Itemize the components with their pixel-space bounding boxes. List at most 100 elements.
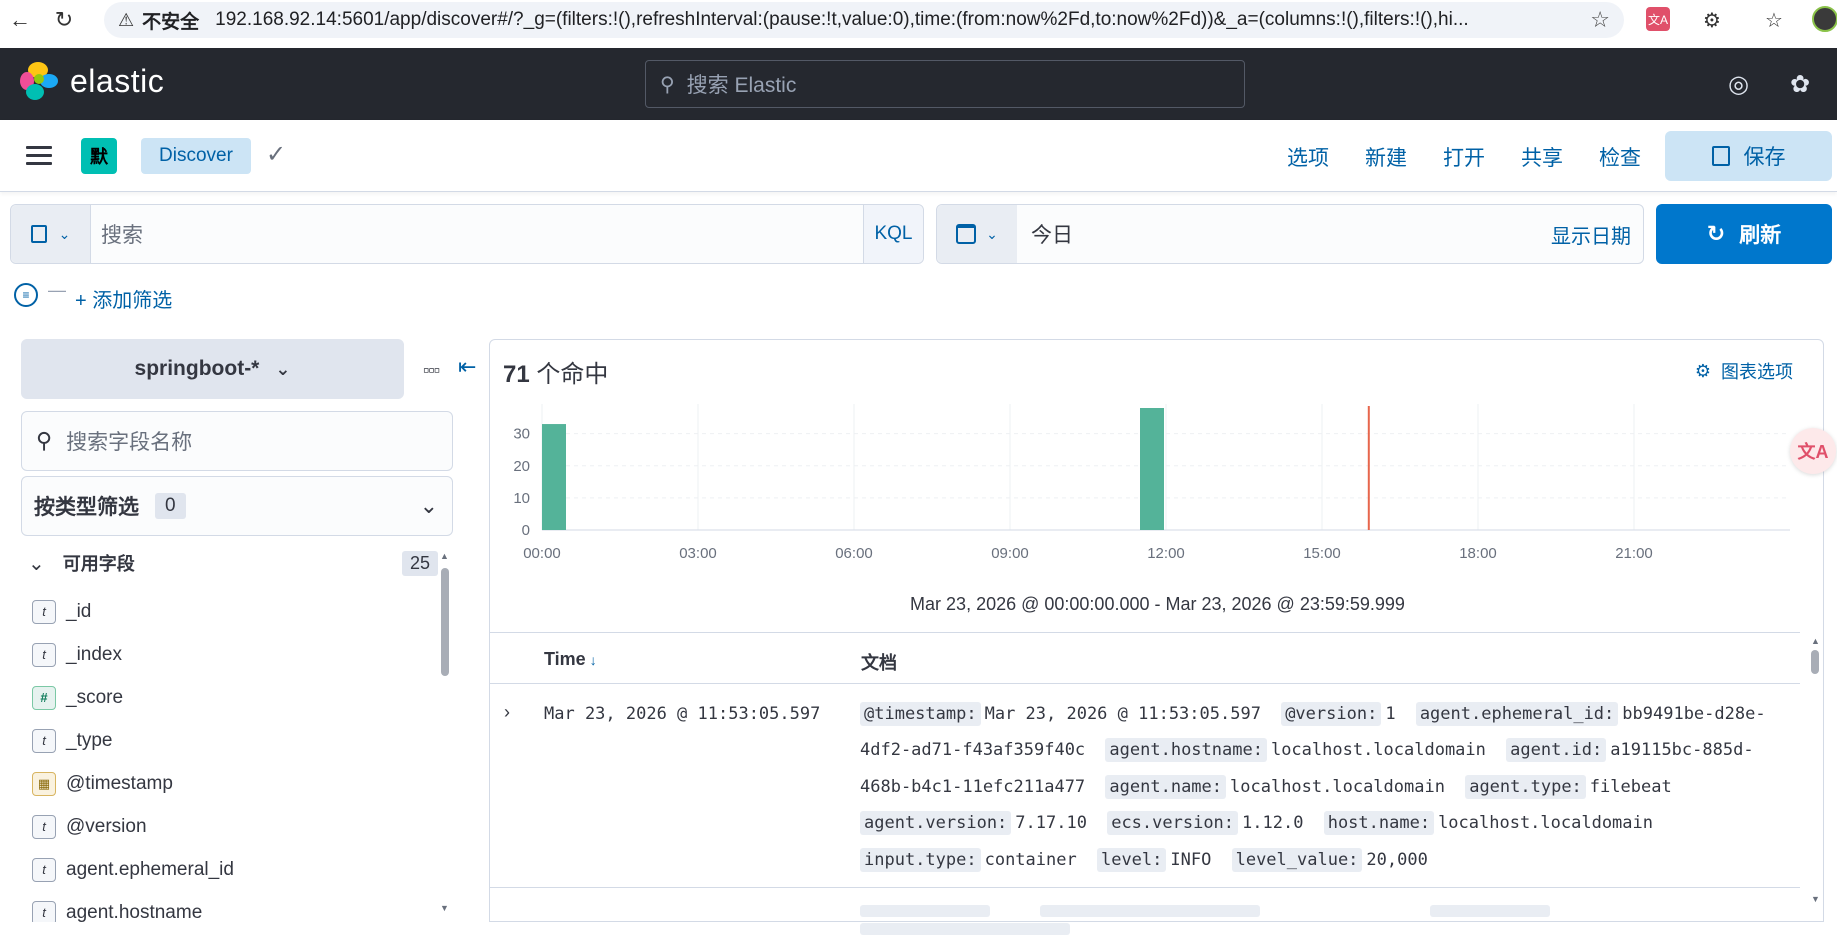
address-bar[interactable]: ⚠ 不安全 192.168.92.14:5601/app/discover#/?…: [104, 2, 1624, 38]
doc-field-key: agent.id:: [1506, 738, 1607, 763]
filter-icon[interactable]: ≡: [14, 283, 38, 307]
new-link[interactable]: 新建: [1365, 142, 1407, 172]
doc-field-key: level_value:: [1231, 847, 1363, 872]
table-scrollbar[interactable]: [1811, 650, 1819, 674]
share-link[interactable]: 共享: [1521, 142, 1563, 172]
doc-field-value: 7.17.10: [1015, 813, 1087, 834]
translate-float-icon[interactable]: 文A: [1790, 428, 1836, 474]
string-type-icon: t: [32, 642, 56, 667]
extensions-icon[interactable]: ⚙: [1698, 6, 1726, 34]
open-link[interactable]: 打开: [1443, 142, 1485, 172]
scroll-down-icon[interactable]: ▼: [1811, 894, 1820, 904]
sidebar-scrollbar[interactable]: [441, 568, 449, 676]
filter-separator: —: [48, 280, 66, 300]
field-item[interactable]: t _id: [32, 590, 432, 633]
translate-extension-icon[interactable]: 文A: [1646, 7, 1670, 31]
next-row-partial: [860, 904, 1823, 940]
available-fields-toggle[interactable]: ⌄ 可用字段: [28, 550, 135, 576]
doc-field-value: 1: [1385, 704, 1396, 724]
kql-toggle[interactable]: KQL: [863, 205, 923, 263]
save-button[interactable]: 保存: [1665, 131, 1832, 181]
index-pattern-selector[interactable]: springboot-* ⌄: [21, 339, 404, 399]
document-summary: @timestamp: Mar 23, 2026 @ 11:53:05.597 @…: [860, 696, 1790, 878]
url-text[interactable]: 192.168.92.14:5601/app/discover#/?_g=(fi…: [215, 9, 1555, 31]
scroll-up-icon[interactable]: ▲: [1811, 636, 1820, 646]
doc-field-value: 1.12.0: [1242, 813, 1304, 834]
add-filter-button[interactable]: + 添加筛选: [75, 284, 172, 313]
quick-menu-button[interactable]: ⌄: [937, 205, 1017, 263]
type-filter-button[interactable]: 按类型筛选 0 ⌄: [21, 476, 453, 536]
expand-row-icon[interactable]: ›: [504, 702, 510, 723]
doc-field-value: 20,000: [1366, 849, 1428, 870]
reload-icon[interactable]: ↻: [50, 6, 78, 34]
doc-field-key: ecs.version:: [1107, 811, 1239, 836]
scroll-down-icon[interactable]: ▼: [440, 903, 449, 913]
refresh-label: 刷新: [1739, 224, 1782, 247]
hits-counter: 71 个命中: [503, 354, 608, 389]
string-type-icon: t: [32, 728, 56, 753]
menu-icon[interactable]: [26, 146, 52, 166]
doc-field-key: level:: [1096, 847, 1167, 872]
help-icon[interactable]: ◎: [1728, 70, 1749, 99]
doc-field-value: container: [984, 849, 1077, 870]
index-pattern-label: springboot-*: [134, 357, 260, 380]
x-tick-label: 03:00: [679, 545, 717, 562]
doc-field-value: localhost.localdomain: [1270, 740, 1486, 761]
field-name: _index: [66, 643, 122, 665]
doc-field-key: @timestamp:: [860, 702, 981, 726]
time-range-label: Mar 23, 2026 @ 00:00:00.000 - Mar 23, 20…: [910, 594, 1405, 614]
string-type-icon: t: [32, 857, 56, 882]
field-item[interactable]: t @version: [32, 805, 432, 848]
type-filter-count: 0: [155, 493, 186, 519]
date-value[interactable]: 今日: [1017, 205, 1551, 263]
collapse-sidebar-icon[interactable]: ⇤: [458, 354, 476, 380]
x-tick-label: 12:00: [1147, 545, 1185, 562]
more-options-icon[interactable]: ▫▫▫: [423, 360, 440, 381]
date-type-icon: ▦: [32, 771, 56, 796]
table-header: Time ↓ 文档: [490, 632, 1800, 684]
profile-avatar[interactable]: [1812, 6, 1837, 32]
field-item[interactable]: t _index: [32, 633, 432, 676]
x-tick-label: 06:00: [835, 545, 873, 562]
global-search-input[interactable]: ⚲ 搜索 Elastic: [645, 60, 1245, 108]
save-label: 保存: [1743, 146, 1786, 169]
column-document: 文档: [861, 653, 897, 673]
chevron-down-icon: ⌄: [986, 225, 998, 242]
query-input[interactable]: 搜索: [91, 205, 863, 263]
refresh-icon: ↻: [1706, 221, 1726, 246]
newsfeed-icon[interactable]: ✿: [1790, 70, 1810, 99]
field-item[interactable]: t agent.hostname: [32, 891, 432, 922]
elastic-logo[interactable]: elastic: [20, 62, 164, 100]
breadcrumb-discover[interactable]: Discover: [141, 138, 251, 174]
elastic-logo-icon: [20, 62, 58, 100]
doc-field-key: agent.hostname:: [1105, 738, 1267, 763]
doc-field-key: agent.ephemeral_id:: [1415, 702, 1619, 726]
refresh-button[interactable]: ↻ 刷新: [1656, 204, 1832, 264]
star-icon[interactable]: ☆: [1590, 7, 1610, 33]
field-item[interactable]: # _score: [32, 676, 432, 719]
saved-query-button[interactable]: ⌄: [11, 205, 91, 263]
y-tick-label: 30: [513, 426, 530, 443]
doc-field-value: localhost.localdomain: [1438, 813, 1653, 834]
favorites-icon[interactable]: ☆: [1760, 6, 1788, 34]
field-item[interactable]: ▦ @timestamp: [32, 762, 432, 805]
field-search-input[interactable]: ⚲ 搜索字段名称: [21, 411, 453, 471]
chevron-down-icon: ⌄: [28, 552, 45, 575]
histogram-chart[interactable]: 0 10 20 30 00:00 03:00 06:00 09:00 12:00 15:00 18:…: [490, 400, 1825, 590]
show-dates-link[interactable]: 显示日期: [1551, 205, 1643, 263]
back-icon[interactable]: ←: [6, 6, 34, 34]
doc-field-value: filebeat: [1589, 776, 1672, 797]
options-link[interactable]: 选项: [1287, 142, 1329, 172]
inspect-link[interactable]: 检查: [1599, 142, 1641, 172]
brand-name: elastic: [70, 62, 165, 99]
check-icon: ✓: [266, 141, 287, 168]
chart-options-label: 图表选项: [1721, 362, 1793, 382]
sort-down-icon[interactable]: ↓: [590, 652, 597, 668]
field-item[interactable]: t agent.ephemeral_id: [32, 848, 432, 891]
chart-options-button[interactable]: ⚙ 图表选项: [1695, 358, 1793, 384]
field-item[interactable]: t _type: [32, 719, 432, 762]
space-avatar[interactable]: 默: [81, 138, 117, 174]
doc-field-key: @version:: [1281, 702, 1382, 726]
column-time[interactable]: Time ↓: [544, 649, 597, 670]
scroll-up-icon[interactable]: ▲: [440, 551, 449, 561]
